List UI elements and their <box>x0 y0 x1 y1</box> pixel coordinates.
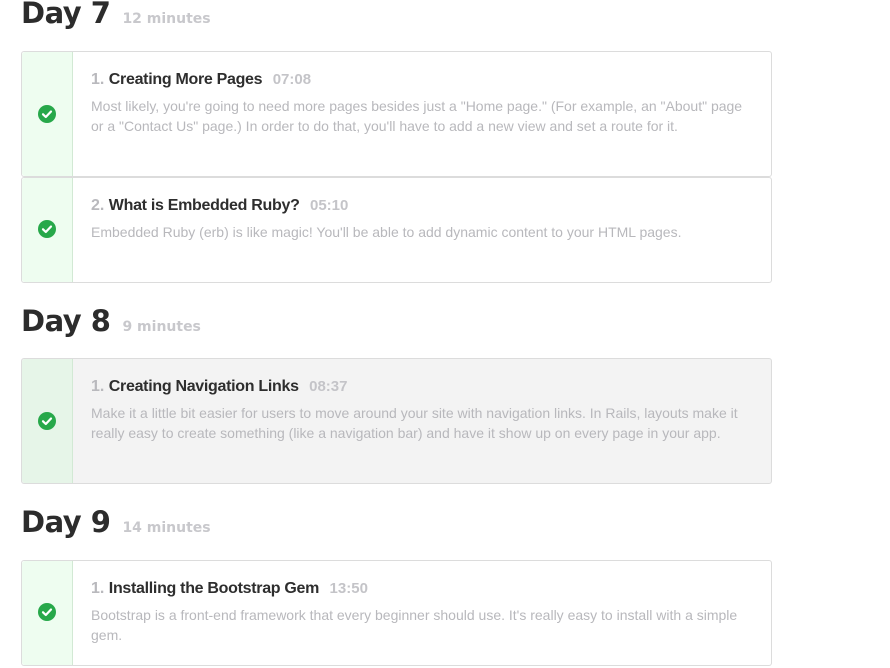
lesson-title-row: 1. Installing the Bootstrap Gem 13:50 <box>91 578 753 600</box>
lesson-title[interactable]: What is Embedded Ruby? <box>109 197 300 214</box>
day-header: Day 8 9 minutes <box>21 304 201 338</box>
check-circle-icon <box>38 603 56 621</box>
lesson-body: 1. Creating More Pages 07:08 Most likely… <box>91 69 753 136</box>
day-9-section: Day 9 14 minutes <box>21 505 211 539</box>
day-title: Day 8 <box>21 304 111 338</box>
day-duration: 9 minutes <box>122 319 201 335</box>
day-duration: 14 minutes <box>122 520 211 536</box>
lesson-number: 1. <box>91 71 105 88</box>
lesson-duration: 05:10 <box>310 197 349 214</box>
lesson-description: Bootstrap is a front-end framework that … <box>91 607 738 643</box>
lesson-what-is-embedded-ruby[interactable]: 2. What is Embedded Ruby? 05:10 Embedded… <box>21 177 772 283</box>
lesson-duration: 13:50 <box>329 580 368 597</box>
day-8-section: Day 8 9 minutes <box>21 304 201 338</box>
day-title: Day 7 <box>21 0 111 30</box>
check-circle-icon <box>38 105 56 123</box>
lesson-creating-navigation-links[interactable]: 1. Creating Navigation Links 08:37 Make … <box>21 358 772 484</box>
lesson-body: 2. What is Embedded Ruby? 05:10 Embedded… <box>91 195 753 242</box>
lesson-title-row: 1. Creating More Pages 07:08 <box>91 69 753 91</box>
lesson-title[interactable]: Creating Navigation Links <box>109 378 299 395</box>
completed-indicator <box>22 178 73 282</box>
day-7-section: Day 7 12 minutes <box>21 0 211 30</box>
day-header: Day 7 12 minutes <box>21 0 211 30</box>
lesson-title[interactable]: Creating More Pages <box>109 71 263 88</box>
day-duration: 12 minutes <box>122 11 211 27</box>
lesson-duration: 07:08 <box>272 71 312 88</box>
lesson-number: 2. <box>91 197 105 214</box>
lesson-number: 1. <box>91 378 105 395</box>
completed-indicator <box>22 561 73 665</box>
completed-indicator <box>22 359 73 483</box>
check-circle-icon <box>38 412 56 430</box>
completed-indicator <box>22 52 73 176</box>
day-title: Day 9 <box>21 505 111 539</box>
lesson-duration: 08:37 <box>309 378 348 395</box>
lesson-title[interactable]: Installing the Bootstrap Gem <box>109 580 320 597</box>
lesson-description: Make it a little bit easier for users to… <box>91 405 738 441</box>
day-header: Day 9 14 minutes <box>21 505 211 539</box>
check-circle-icon <box>38 220 56 238</box>
lesson-body: 1. Installing the Bootstrap Gem 13:50 Bo… <box>91 578 753 645</box>
lesson-body: 1. Creating Navigation Links 08:37 Make … <box>91 376 753 443</box>
lesson-title-row: 2. What is Embedded Ruby? 05:10 <box>91 195 753 217</box>
lesson-creating-more-pages[interactable]: 1. Creating More Pages 07:08 Most likely… <box>21 51 772 177</box>
lesson-description: Embedded Ruby (erb) is like magic! You'l… <box>91 224 682 240</box>
lesson-number: 1. <box>91 580 105 597</box>
lesson-installing-bootstrap-gem[interactable]: 1. Installing the Bootstrap Gem 13:50 Bo… <box>21 560 772 666</box>
lesson-title-row: 1. Creating Navigation Links 08:37 <box>91 376 753 398</box>
lesson-description: Most likely, you're going to need more p… <box>91 98 743 134</box>
